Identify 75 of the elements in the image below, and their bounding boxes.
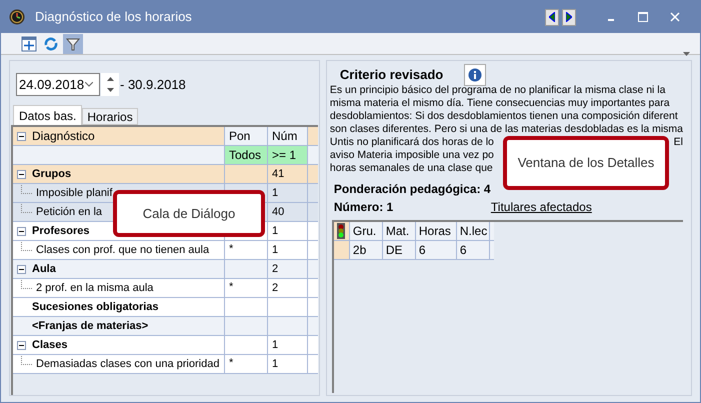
end-date: - 30.9.2018 (120, 76, 186, 94)
left-arrow-icon (549, 12, 555, 22)
group-label[interactable]: Profesores (32, 222, 90, 240)
collapse-icon[interactable] (17, 132, 26, 140)
row-header-cell[interactable] (334, 241, 350, 259)
column-header[interactable]: N.lec (456, 222, 490, 240)
traffic-light-icon (337, 223, 346, 239)
diagnostic-label[interactable]: Imposible planif (36, 184, 112, 202)
description-line: desdoblamientos: Si dos desdoblamientos tienen una composición diferent (330, 110, 678, 123)
number-text: Número: 1 (334, 199, 394, 216)
column-header[interactable]: Horas (416, 222, 457, 240)
refresh-icon[interactable] (43, 36, 59, 52)
description-line: El (674, 136, 683, 149)
description-line: son clases diferentes. Pero si una de las materias desdobladas es la misma (330, 123, 683, 136)
table-cell: 2b (350, 241, 383, 259)
weight-mark: * (229, 356, 234, 371)
description-line: horas semanales de una clase que (330, 162, 493, 175)
count-text: 1 (272, 224, 278, 239)
description-line: misma materia el mismo día. Tiene consecuencias muy importantes para (330, 97, 670, 110)
diagnostic-label[interactable]: Clases con prof. que no tienen aula (36, 242, 210, 258)
count-text: 2 (272, 280, 278, 296)
table-cell: 6 (416, 241, 457, 259)
chevron-down-icon[interactable] (85, 82, 93, 87)
group-label[interactable]: Clases (32, 336, 68, 354)
collapse-icon[interactable] (17, 340, 26, 350)
callout-box: Cala de Diálogo (113, 190, 265, 237)
spin-down-icon[interactable] (106, 88, 114, 92)
maximize-icon[interactable] (638, 12, 648, 22)
weight-text: Ponderación pedagógica: 4 (334, 181, 491, 198)
info-button[interactable] (464, 64, 486, 86)
filter-cell[interactable]: >= 1 (268, 146, 308, 164)
date-field[interactable]: 24.09.2018 (16, 73, 100, 96)
group-label[interactable]: Grupos (32, 166, 72, 182)
tab[interactable]: Datos bas. (13, 105, 82, 125)
diagnostic-label[interactable]: Petición en la (36, 204, 102, 220)
diagnostic-label[interactable]: 2 prof. en la misma aula (36, 280, 154, 296)
right-arrow-icon (566, 12, 572, 22)
filter-cell[interactable]: Todos (225, 146, 268, 164)
count-text: 41 (272, 166, 284, 182)
callout-box: Ventana de los Detalles (503, 136, 669, 190)
description-line: aviso Materia imposible una vez po (330, 149, 494, 162)
column-header[interactable]: Diagnóstico (32, 127, 95, 145)
table-cell: DE (382, 241, 416, 259)
description-line: Es un principio básico del programa de no planificar la misma clase ni la (330, 84, 666, 97)
table-cell: 6 (456, 241, 490, 259)
count-text: 2 (272, 262, 278, 277)
dropdown-icon[interactable] (683, 52, 690, 56)
clock-icon (9, 9, 25, 25)
count-text: 40 (272, 204, 284, 220)
column-header[interactable]: Mat. (382, 222, 416, 240)
collapse-icon[interactable] (17, 170, 26, 178)
window-title: Diagnóstico de los horarios (35, 8, 192, 26)
info-icon (468, 68, 482, 82)
weight-mark: * (229, 242, 234, 257)
count-text: 1 (272, 186, 278, 201)
filter-button[interactable] (63, 34, 83, 54)
count-text: 1 (272, 338, 278, 353)
filter-icon (66, 36, 80, 50)
weight-mark: * (229, 280, 234, 295)
column-header[interactable]: Gru. (350, 222, 383, 240)
description-line: Untis no planificará dos horas de lo (330, 136, 494, 149)
count-text: 1 (272, 356, 278, 372)
next-button[interactable] (562, 8, 576, 26)
diagnostic-label[interactable]: Demasiadas clases con una prioridad (36, 356, 220, 372)
tab[interactable]: Horarios (82, 108, 138, 125)
collapse-icon[interactable] (17, 226, 26, 236)
affected-link[interactable]: Titulares afectados (490, 198, 592, 216)
close-icon[interactable] (670, 12, 680, 22)
collapse-icon[interactable] (17, 264, 26, 274)
count-text: 1 (272, 242, 278, 258)
criterion-title: Criterio revisado (340, 66, 444, 84)
previous-button[interactable] (545, 8, 559, 26)
group-label[interactable]: Aula (32, 260, 56, 278)
spin-up-icon[interactable] (106, 76, 114, 81)
grid-move-icon[interactable] (21, 36, 37, 52)
